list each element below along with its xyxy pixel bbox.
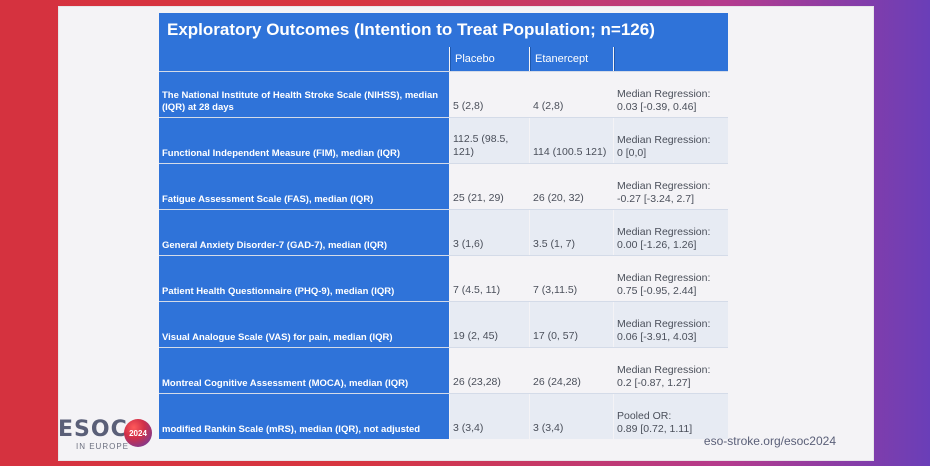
table-body: The National Institute of Health Stroke … <box>159 71 728 439</box>
result-method: Median Regression: <box>617 363 711 376</box>
placebo-value: 19 (2, 45) <box>450 302 529 347</box>
conference-url: eso-stroke.org/esoc2024 <box>703 434 836 448</box>
row-label: Visual Analogue Scale (VAS) for pain, me… <box>159 302 449 347</box>
etanercept-value: 7 (3,11.5) <box>530 256 613 301</box>
etanercept-value: 26 (24,28) <box>530 348 613 393</box>
header-blank-cell <box>159 47 449 71</box>
result-cell: Median Regression: 0.03 [-0.39, 0.46] <box>614 72 728 117</box>
result-method: Median Regression: <box>617 133 711 146</box>
result-cell: Median Regression: 0.2 [-0.87, 1.27] <box>614 348 728 393</box>
result-estimate: 0.2 [-0.87, 1.27] <box>617 376 691 389</box>
result-method: Pooled OR: <box>617 409 672 422</box>
row-label: Functional Independent Measure (FIM), me… <box>159 118 449 163</box>
table-row: Visual Analogue Scale (VAS) for pain, me… <box>159 301 728 347</box>
row-label: General Anxiety Disorder-7 (GAD-7), medi… <box>159 210 449 255</box>
result-cell: Median Regression: 0.06 [-3.91, 4.03] <box>614 302 728 347</box>
exploratory-outcomes-table: Exploratory Outcomes (Intention to Treat… <box>159 13 728 439</box>
result-method: Median Regression: <box>617 179 711 192</box>
row-label: Montreal Cognitive Assessment (MOCA), me… <box>159 348 449 393</box>
result-cell: Median Regression: 0.75 [-0.95, 2.44] <box>614 256 728 301</box>
result-estimate: 0.06 [-3.91, 4.03] <box>617 330 697 343</box>
result-estimate: 0.89 [0.72, 1.11] <box>617 422 693 435</box>
row-label: Fatigue Assessment Scale (FAS), median (… <box>159 164 449 209</box>
result-estimate: -0.27 [-3.24, 2.7] <box>617 192 695 205</box>
result-cell: Median Regression: -0.27 [-3.24, 2.7] <box>614 164 728 209</box>
table-row: The National Institute of Health Stroke … <box>159 71 728 117</box>
row-label: Patient Health Questionnaire (PHQ-9), me… <box>159 256 449 301</box>
table-row: Montreal Cognitive Assessment (MOCA), me… <box>159 347 728 393</box>
etanercept-value: 4 (2,8) <box>530 72 613 117</box>
result-estimate: 0.03 [-0.39, 0.46] <box>617 100 697 113</box>
table-header-row: Placebo Etanercept <box>159 47 728 71</box>
slide: Exploratory Outcomes (Intention to Treat… <box>58 6 874 461</box>
etanercept-value: 3.5 (1, 7) <box>530 210 613 255</box>
result-cell: Median Regression: 0.00 [-1.26, 1.26] <box>614 210 728 255</box>
etanercept-value: 114 (100.5 121) <box>530 118 613 163</box>
placebo-value: 3 (1,6) <box>450 210 529 255</box>
esoc-logo: ESOC 2024 IN EUROPE <box>58 415 158 455</box>
result-method: Median Regression: <box>617 317 711 330</box>
table-row: Patient Health Questionnaire (PHQ-9), me… <box>159 255 728 301</box>
result-method: Median Regression: <box>617 271 711 284</box>
column-header-placebo: Placebo <box>450 47 529 71</box>
result-estimate: 0.75 [-0.95, 2.44] <box>617 284 697 297</box>
placebo-value: 26 (23,28) <box>450 348 529 393</box>
column-header-etanercept: Etanercept <box>530 47 613 71</box>
placebo-value: 112.5 (98.5, 121) <box>450 118 529 163</box>
etanercept-value: 26 (20, 32) <box>530 164 613 209</box>
column-header-result <box>614 47 728 71</box>
etanercept-value: 17 (0, 57) <box>530 302 613 347</box>
table-row: Fatigue Assessment Scale (FAS), median (… <box>159 163 728 209</box>
placebo-value: 25 (21, 29) <box>450 164 529 209</box>
logo-wordmark: ESOC <box>58 417 128 442</box>
placebo-value: 5 (2,8) <box>450 72 529 117</box>
table-title: Exploratory Outcomes (Intention to Treat… <box>159 13 728 47</box>
result-method: Median Regression: <box>617 87 711 100</box>
row-label: The National Institute of Health Stroke … <box>159 72 449 117</box>
result-estimate: 0 [0,0] <box>617 146 647 159</box>
result-cell: Median Regression: 0 [0,0] <box>614 118 728 163</box>
result-cell: Pooled OR: 0.89 [0.72, 1.11] <box>614 394 728 439</box>
placebo-value: 7 (4.5, 11) <box>450 256 529 301</box>
logo-subtitle: IN EUROPE <box>76 442 130 451</box>
row-label: modified Rankin Scale (mRS), median (IQR… <box>159 394 449 439</box>
result-method: Median Regression: <box>617 225 711 238</box>
table-row: modified Rankin Scale (mRS), median (IQR… <box>159 393 728 439</box>
table-row: General Anxiety Disorder-7 (GAD-7), medi… <box>159 209 728 255</box>
placebo-value: 3 (3,4) <box>450 394 529 439</box>
etanercept-value: 3 (3,4) <box>530 394 613 439</box>
result-estimate: 0.00 [-1.26, 1.26] <box>617 238 697 251</box>
table-row: Functional Independent Measure (FIM), me… <box>159 117 728 163</box>
